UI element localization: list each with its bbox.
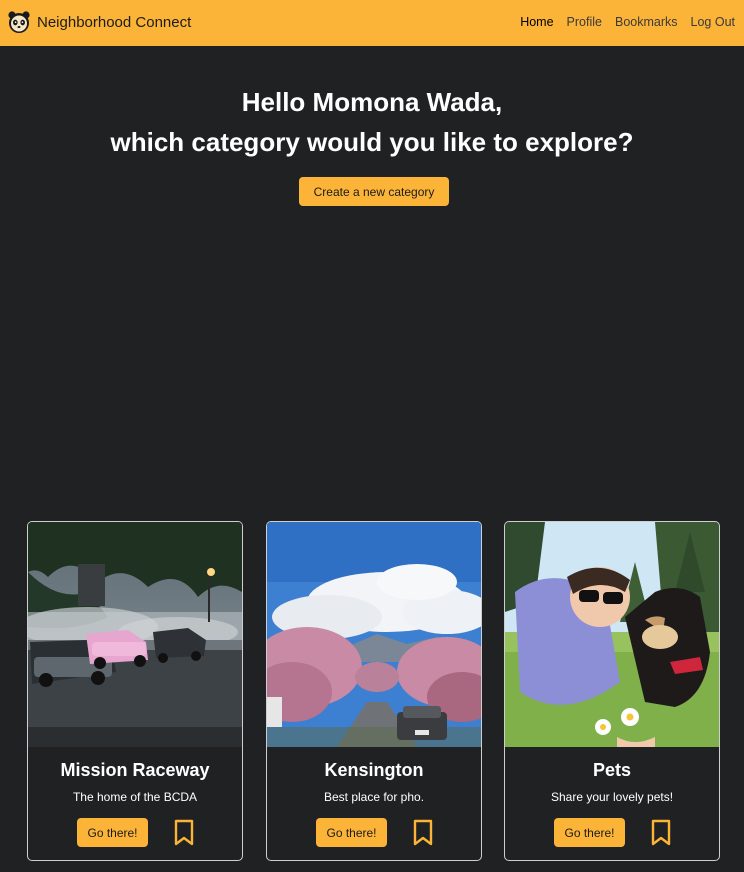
category-card-pets: Pets Share your lovely pets! Go there! bbox=[504, 521, 720, 861]
bookmark-icon[interactable] bbox=[411, 819, 435, 846]
create-category-button[interactable]: Create a new category bbox=[299, 177, 449, 206]
navbar: Neighborhood Connect Home Profile Bookma… bbox=[0, 0, 744, 46]
bookmark-icon[interactable] bbox=[172, 819, 196, 846]
card-image-pets bbox=[505, 522, 719, 747]
nav-logout-link[interactable]: Log Out bbox=[691, 15, 735, 29]
go-there-button[interactable]: Go there! bbox=[554, 818, 625, 847]
nav-bookmarks-link[interactable]: Bookmarks bbox=[615, 15, 678, 29]
card-description: Best place for pho. bbox=[323, 790, 425, 804]
go-there-button[interactable]: Go there! bbox=[77, 818, 148, 847]
card-description: The home of the BCDA bbox=[72, 790, 198, 804]
category-card-kensington: Kensington Best place for pho. Go there! bbox=[266, 521, 482, 861]
greeting-line-1: Hello Momona Wada, bbox=[241, 87, 503, 117]
card-description: Share your lovely pets! bbox=[550, 790, 674, 804]
nav-links: Home Profile Bookmarks Log Out bbox=[520, 15, 735, 29]
bookmark-icon[interactable] bbox=[649, 819, 673, 846]
card-title: Mission Raceway bbox=[60, 760, 210, 780]
greeting-heading: Hello Momona Wada, which category would … bbox=[0, 82, 744, 162]
card-title: Kensington bbox=[324, 760, 424, 780]
panda-icon bbox=[8, 11, 30, 33]
go-there-button[interactable]: Go there! bbox=[316, 818, 387, 847]
greeting-line-2: which category would you like to explore… bbox=[110, 127, 634, 157]
nav-profile-link[interactable]: Profile bbox=[567, 15, 602, 29]
card-image-kensington bbox=[267, 522, 481, 747]
card-title: Pets bbox=[592, 760, 632, 780]
brand-link[interactable]: Neighborhood Connect bbox=[7, 10, 191, 34]
nav-home-link[interactable]: Home bbox=[520, 15, 553, 29]
category-card-mission-raceway: Mission Raceway The home of the BCDA Go … bbox=[27, 521, 243, 861]
brand-text: Neighborhood Connect bbox=[37, 13, 192, 31]
card-image-raceway bbox=[28, 522, 242, 747]
